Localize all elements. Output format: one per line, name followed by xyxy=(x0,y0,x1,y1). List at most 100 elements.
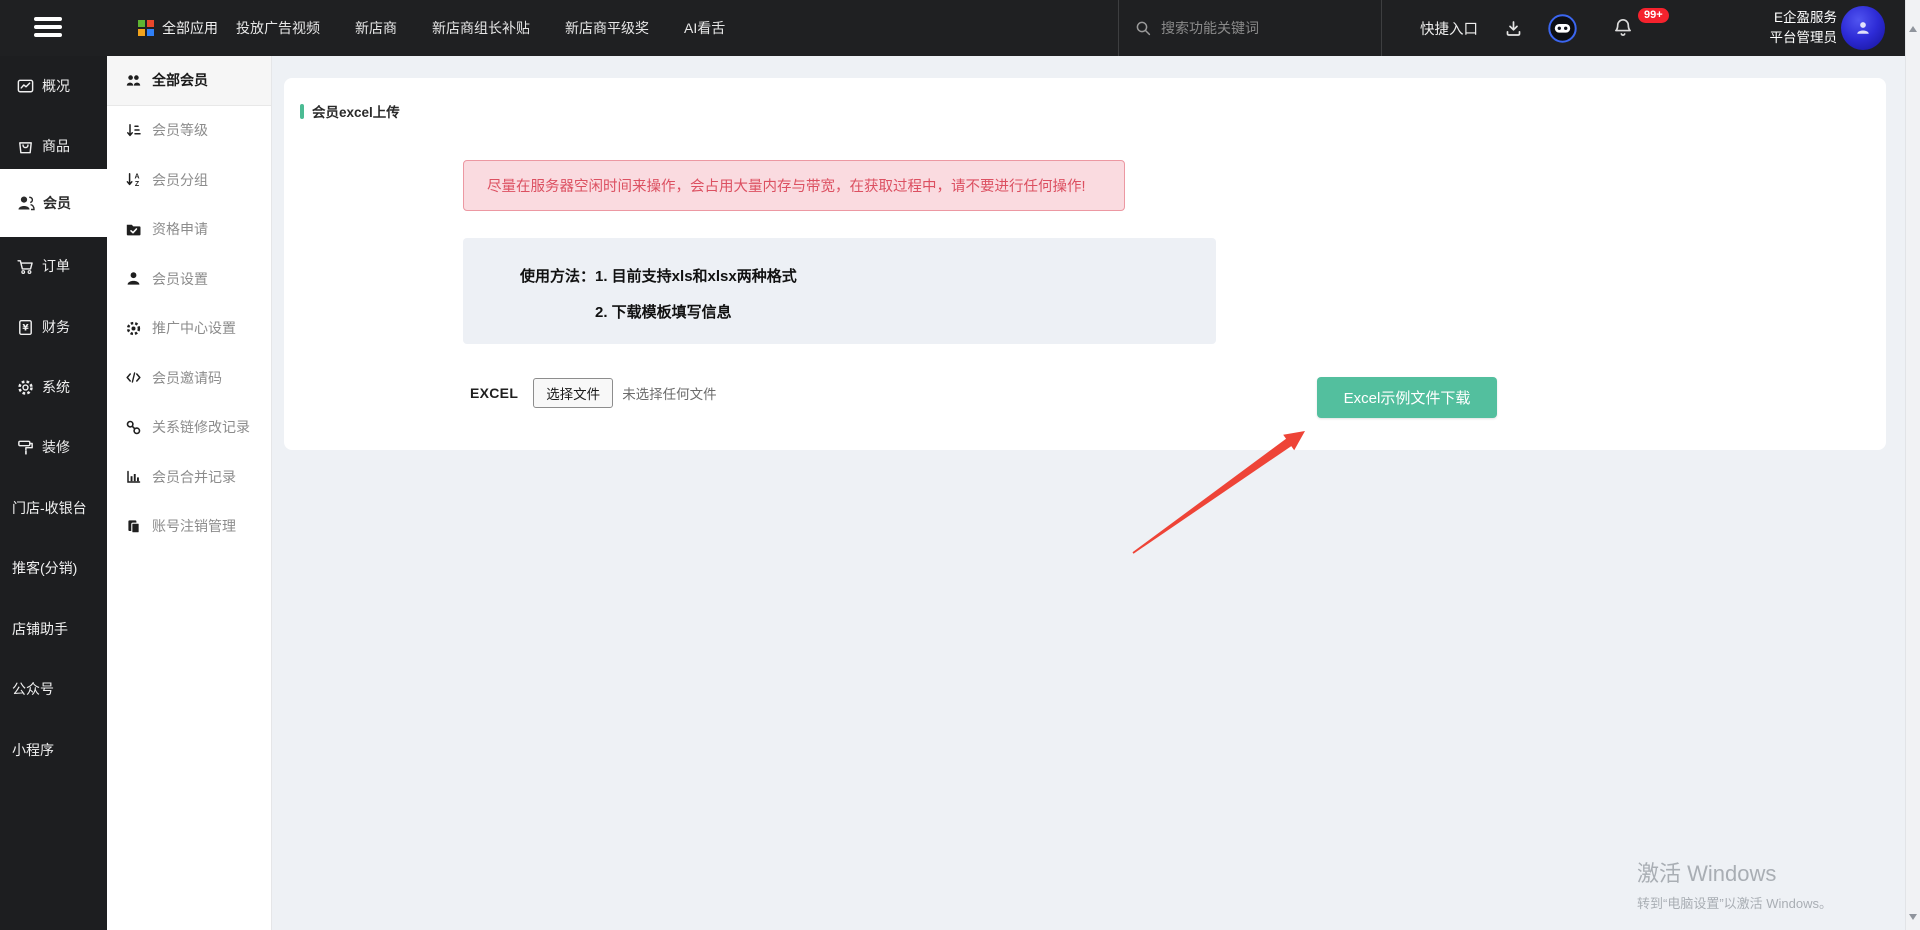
group-icon xyxy=(125,72,142,89)
sidebar-item-label: 装修 xyxy=(42,437,70,457)
submenu-item-label: 全部会员 xyxy=(152,70,208,90)
all-apps-button[interactable]: 全部应用 xyxy=(138,0,218,56)
sort-numeric-icon xyxy=(125,122,142,139)
avatar-person-icon xyxy=(1855,20,1871,36)
nav-item-ai-tongue[interactable]: AI看舌 xyxy=(684,18,725,38)
red-annotation-arrow xyxy=(1098,418,1328,568)
orders-icon xyxy=(16,257,35,276)
sidebar-item-system[interactable]: 系统 xyxy=(0,357,107,417)
submenu-item-invite-code[interactable]: 会员邀请码 xyxy=(107,353,271,403)
sidebar-item-label: 小程序 xyxy=(12,740,54,760)
paint-roller-icon xyxy=(16,438,35,457)
usage-line-2: 2. 下载模板填写信息 xyxy=(595,301,732,322)
submenu-item-member-level[interactable]: 会员等级 xyxy=(107,106,271,156)
download-icon[interactable] xyxy=(1504,0,1523,56)
sidebar-item-label: 订单 xyxy=(42,256,70,276)
vertical-scrollbar[interactable] xyxy=(1905,0,1920,930)
scrollbar-up-arrow-icon[interactable] xyxy=(1909,26,1917,32)
submenu-item-label: 会员分组 xyxy=(152,170,208,190)
search-icon xyxy=(1135,20,1152,37)
sidebar-item-label: 门店-收银台 xyxy=(12,498,87,518)
account-info[interactable]: E企盈服务 平台管理员 xyxy=(1740,8,1837,48)
windows-activation-watermark: 激活 Windows 转到“电脑设置”以激活 Windows。 xyxy=(1637,856,1832,912)
warning-banner: 尽量在服务器空闲时间来操作，会占用大量内存与带宽，在获取过程中，请不要进行任何操… xyxy=(463,160,1125,211)
submenu-item-label: 会员合并记录 xyxy=(152,467,236,487)
robot-assistant-icon[interactable] xyxy=(1547,0,1578,56)
quick-entry-button[interactable]: 快捷入口 xyxy=(1420,0,1478,56)
sidebar-item-finance[interactable]: ¥ 财务 xyxy=(0,297,107,357)
submenu-item-account-cancel[interactable]: 账号注销管理 xyxy=(107,502,271,552)
topbar: 全部应用 投放广告视频 新店商 新店商组长补贴 新店商平级奖 AI看舌 快捷入口 xyxy=(0,0,1920,56)
sidebar-item-distribution[interactable]: 推客(分销) xyxy=(0,538,107,598)
usage-line-1: 使用方法：1. 目前支持xls和xlsx两种格式 xyxy=(520,265,797,286)
sidebar-item-store-cashier[interactable]: 门店-收银台 xyxy=(0,478,107,538)
goods-icon xyxy=(16,137,35,156)
submenu-item-promotion-center[interactable]: 推广中心设置 xyxy=(107,304,271,354)
svg-text:A: A xyxy=(134,174,139,181)
no-file-selected-text: 未选择任何文件 xyxy=(622,383,717,403)
section-header: 会员excel上传 xyxy=(300,101,400,121)
watermark-title: 激活 Windows xyxy=(1637,856,1832,888)
link-icon xyxy=(125,419,142,436)
submenu-item-label: 推广中心设置 xyxy=(152,318,236,338)
sidebar-item-label: 商品 xyxy=(42,136,70,156)
person-icon xyxy=(125,270,142,287)
excel-sample-download-button[interactable]: Excel示例文件下载 xyxy=(1317,377,1497,418)
submenu-item-label: 会员设置 xyxy=(152,269,208,289)
nav-item-new-shop[interactable]: 新店商 xyxy=(355,18,397,38)
bar-chart-icon xyxy=(125,468,142,485)
submenu-item-relation-log[interactable]: 关系链修改记录 xyxy=(107,403,271,453)
folder-check-icon xyxy=(125,221,142,238)
member-excel-upload-panel: 会员excel上传 尽量在服务器空闲时间来操作，会占用大量内存与带宽，在获取过程… xyxy=(284,78,1886,450)
svg-text:¥: ¥ xyxy=(22,323,29,333)
submenu-item-merge-log[interactable]: 会员合并记录 xyxy=(107,452,271,502)
avatar[interactable] xyxy=(1841,6,1885,50)
watermark-subtitle: 转到“电脑设置”以激活 Windows。 xyxy=(1637,893,1832,912)
finance-icon: ¥ xyxy=(16,318,35,337)
warning-text: 尽量在服务器空闲时间来操作，会占用大量内存与带宽，在获取过程中，请不要进行任何操… xyxy=(487,175,1086,196)
main-sidebar: 概况 商品 会员 订单 ¥ 财务 xyxy=(0,56,107,930)
nav-item-peer-award[interactable]: 新店商平级奖 xyxy=(565,18,649,38)
submenu-item-label: 关系链修改记录 xyxy=(152,417,250,437)
sidebar-item-mini-program[interactable]: 小程序 xyxy=(0,720,107,780)
submenu-item-all-members[interactable]: 全部会员 xyxy=(107,56,271,106)
excel-upload-row: EXCEL 选择文件 未选择任何文件 xyxy=(470,378,717,408)
members-submenu: 全部会员 会员等级 AZ 会员分组 资格申请 会员设置 推广中心设置 会员邀请 xyxy=(107,56,272,930)
all-apps-label: 全部应用 xyxy=(162,18,218,38)
submenu-item-member-group[interactable]: AZ 会员分组 xyxy=(107,155,271,205)
apps-grid-icon xyxy=(138,20,154,36)
submenu-item-qualification[interactable]: 资格申请 xyxy=(107,205,271,255)
sidebar-item-shop-assistant[interactable]: 店铺助手 xyxy=(0,599,107,659)
search-input[interactable] xyxy=(1161,20,1361,36)
sidebar-item-orders[interactable]: 订单 xyxy=(0,236,107,296)
account-company: E企盈服务 xyxy=(1740,8,1837,28)
nav-item-ad-video[interactable]: 投放广告视频 xyxy=(236,18,320,38)
nav-item-leader-subsidy[interactable]: 新店商组长补贴 xyxy=(432,18,530,38)
code-icon xyxy=(125,369,142,386)
notifications-bell-icon[interactable] xyxy=(1612,0,1634,56)
sidebar-item-label: 店铺助手 xyxy=(12,619,68,639)
files-icon xyxy=(125,518,142,535)
hamburger-menu-icon[interactable] xyxy=(34,17,62,39)
usage-instructions-box: 使用方法：1. 目前支持xls和xlsx两种格式 2. 下载模板填写信息 xyxy=(463,238,1216,344)
account-role: 平台管理员 xyxy=(1740,28,1837,48)
section-accent-bar xyxy=(300,104,304,119)
submenu-item-member-settings[interactable]: 会员设置 xyxy=(107,254,271,304)
sort-alpha-icon: AZ xyxy=(125,171,142,188)
notification-count-badge: 99+ xyxy=(1638,8,1669,23)
choose-file-button[interactable]: 选择文件 xyxy=(533,378,613,408)
scrollbar-down-arrow-icon[interactable] xyxy=(1909,914,1917,920)
sidebar-item-overview[interactable]: 概况 xyxy=(0,56,107,116)
sidebar-item-label: 系统 xyxy=(42,377,70,397)
overview-icon xyxy=(16,77,35,96)
members-icon xyxy=(16,193,36,213)
sidebar-item-label: 概况 xyxy=(42,76,70,96)
svg-text:Z: Z xyxy=(135,181,140,188)
search-box xyxy=(1118,0,1382,56)
sidebar-item-decorate[interactable]: 装修 xyxy=(0,417,107,477)
sidebar-item-members[interactable]: 会员 xyxy=(0,169,107,237)
topbar-nav: 投放广告视频 新店商 新店商组长补贴 新店商平级奖 AI看舌 xyxy=(236,0,725,56)
sidebar-item-goods[interactable]: 商品 xyxy=(0,116,107,176)
sidebar-item-label: 推客(分销) xyxy=(12,558,77,578)
sidebar-item-official-account[interactable]: 公众号 xyxy=(0,659,107,719)
